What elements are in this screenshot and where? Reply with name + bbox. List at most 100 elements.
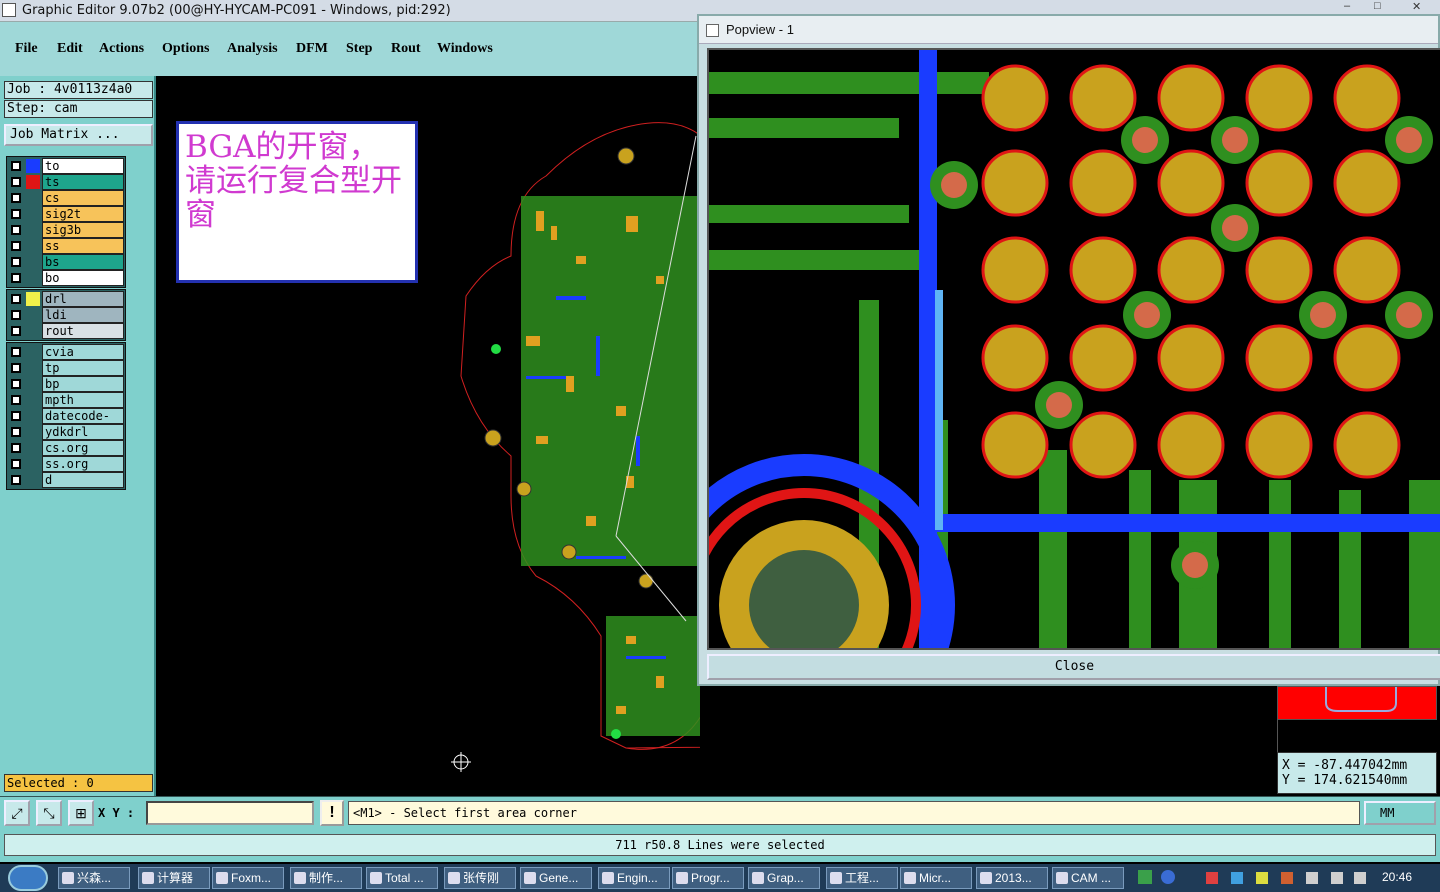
layer-name[interactable]: cs <box>42 190 124 206</box>
layer-checkbox[interactable] <box>11 347 21 357</box>
layer-name[interactable]: tp <box>42 360 124 376</box>
layer-name[interactable]: bp <box>42 376 124 392</box>
zoom-area-icon[interactable]: ⤡ <box>36 800 62 826</box>
layer-name[interactable]: drl <box>42 291 124 307</box>
layer-color-swatch[interactable] <box>26 473 40 487</box>
layer-name[interactable]: bs <box>42 254 124 270</box>
layer-name[interactable]: bo <box>42 270 124 286</box>
layer-checkbox[interactable] <box>11 379 21 389</box>
menu-file[interactable]: File <box>15 41 38 57</box>
layer-name[interactable]: d <box>42 472 124 488</box>
layer-row-ss[interactable]: ss <box>8 238 124 254</box>
grid-icon[interactable]: ⊞ <box>68 800 94 826</box>
job-matrix-button[interactable]: Job Matrix ... <box>4 124 153 146</box>
menu-rout[interactable]: Rout <box>391 41 421 57</box>
layer-row-cs.org[interactable]: cs.org <box>8 440 124 456</box>
taskbar-item[interactable]: Engin... <box>598 867 670 889</box>
layer-checkbox[interactable] <box>11 257 21 267</box>
taskbar-item[interactable]: Gene... <box>520 867 592 889</box>
layer-row-to[interactable]: to <box>8 158 124 174</box>
layer-row-sig2t[interactable]: sig2t <box>8 206 124 222</box>
layer-row-ldi[interactable]: ldi <box>8 307 124 323</box>
layer-name[interactable]: sig3b <box>42 222 124 238</box>
layer-name[interactable]: ss <box>42 238 124 254</box>
layer-row-bo[interactable]: bo <box>8 270 124 286</box>
layer-color-swatch[interactable] <box>26 441 40 455</box>
layer-checkbox[interactable] <box>11 443 21 453</box>
taskbar-item[interactable]: 2013... <box>976 867 1048 889</box>
menu-edit[interactable]: Edit <box>57 41 83 57</box>
layer-row-cs[interactable]: cs <box>8 190 124 206</box>
layer-row-ss.org[interactable]: ss.org <box>8 456 124 472</box>
layer-name[interactable]: ss.org <box>42 456 124 472</box>
layer-checkbox[interactable] <box>11 475 21 485</box>
layer-row-drl[interactable]: drl <box>8 291 124 307</box>
taskbar-item[interactable]: Progr... <box>672 867 744 889</box>
layer-checkbox[interactable] <box>11 241 21 251</box>
layer-color-swatch[interactable] <box>26 271 40 285</box>
layer-color-swatch[interactable] <box>26 308 40 322</box>
layer-row-datecode-bs[interactable]: datecode-bs <box>8 408 124 438</box>
menu-options[interactable]: Options <box>162 41 209 57</box>
layer-color-swatch[interactable] <box>26 324 40 338</box>
layer-row-sig3b[interactable]: sig3b <box>8 222 124 238</box>
layer-color-swatch[interactable] <box>26 409 40 423</box>
layer-name[interactable]: sig2t <box>42 206 124 222</box>
start-button[interactable] <box>8 865 48 891</box>
layer-row-d[interactable]: d <box>8 472 124 488</box>
layer-row-mpth[interactable]: mpth <box>8 392 124 408</box>
layer-name[interactable]: ts <box>42 174 124 190</box>
taskbar-item[interactable]: Micr... <box>900 867 972 889</box>
bga-zoom-drawing[interactable] <box>709 50 1440 650</box>
layer-checkbox[interactable] <box>11 363 21 373</box>
layer-row-ts[interactable]: ts <box>8 174 124 190</box>
layer-color-swatch[interactable] <box>26 175 40 189</box>
layer-color-swatch[interactable] <box>26 239 40 253</box>
layer-row-rout[interactable]: rout <box>8 323 124 339</box>
layer-checkbox[interactable] <box>11 427 21 437</box>
layer-name[interactable]: ydkdrl <box>42 424 124 440</box>
menu-dfm[interactable]: DFM <box>296 41 328 57</box>
layer-name[interactable]: ldi <box>42 307 124 323</box>
taskbar-item[interactable]: 工程... <box>826 867 898 889</box>
layer-color-swatch[interactable] <box>26 457 40 471</box>
taskbar-item[interactable]: Grap... <box>748 867 820 889</box>
units-select[interactable]: MM <box>1364 801 1436 825</box>
layer-checkbox[interactable] <box>11 395 21 405</box>
zoom-fit-icon[interactable]: ⤢ <box>4 800 30 826</box>
layer-name[interactable]: cvia <box>42 344 124 360</box>
popview-canvas[interactable] <box>707 48 1440 650</box>
maximize-button[interactable]: □ <box>1374 0 1381 12</box>
layer-checkbox[interactable] <box>11 209 21 219</box>
layer-checkbox[interactable] <box>11 411 21 421</box>
taskbar-item[interactable]: CAM ... <box>1052 867 1124 889</box>
layer-name[interactable]: to <box>42 158 124 174</box>
layer-color-swatch[interactable] <box>26 292 40 306</box>
taskbar-item[interactable]: Total ... <box>366 867 438 889</box>
layer-checkbox[interactable] <box>11 193 21 203</box>
layer-checkbox[interactable] <box>11 161 21 171</box>
layer-row-bp[interactable]: bp <box>8 376 124 392</box>
xy-input[interactable] <box>146 801 314 825</box>
layer-checkbox[interactable] <box>11 225 21 235</box>
layer-checkbox[interactable] <box>11 326 21 336</box>
taskbar-item[interactable]: 兴森... <box>58 867 130 889</box>
close-window-button[interactable]: ✕ <box>1412 0 1421 13</box>
layer-name[interactable]: cs.org <box>42 440 124 456</box>
layer-checkbox[interactable] <box>11 273 21 283</box>
layer-color-swatch[interactable] <box>26 345 40 359</box>
layer-checkbox[interactable] <box>11 459 21 469</box>
minimize-button[interactable]: – <box>1344 0 1350 12</box>
layer-checkbox[interactable] <box>11 177 21 187</box>
taskbar-item[interactable]: 张传刚 <box>444 867 516 889</box>
minimap[interactable] <box>1277 686 1437 720</box>
layer-name[interactable]: datecode-bs <box>42 408 124 438</box>
layer-color-swatch[interactable] <box>26 159 40 173</box>
layer-row-bs[interactable]: bs <box>8 254 124 270</box>
layer-name[interactable]: rout <box>42 323 124 339</box>
layer-color-swatch[interactable] <box>26 425 40 439</box>
taskbar-item[interactable]: 计算器 <box>138 867 210 889</box>
warning-button[interactable]: ! <box>320 800 344 826</box>
menu-step[interactable]: Step <box>346 41 372 57</box>
layer-name[interactable]: mpth <box>42 392 124 408</box>
